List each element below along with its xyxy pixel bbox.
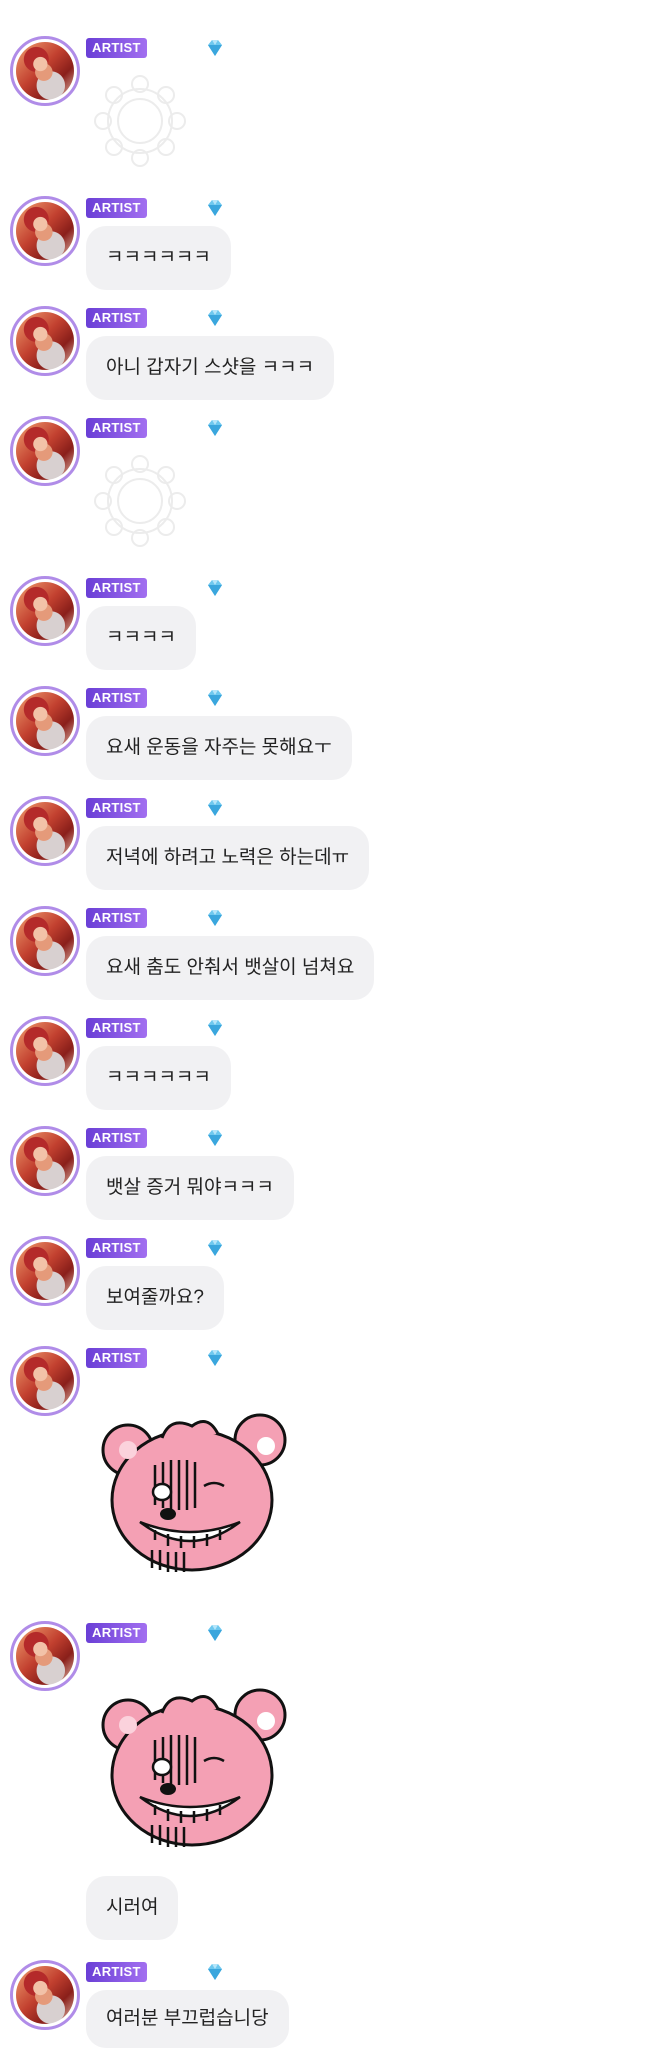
loading-sticker-icon — [94, 455, 186, 547]
artist-avatar[interactable] — [10, 196, 80, 266]
chat-feed[interactable]: ARTIST ARTIST ㅋㅋㅋㅋㅋㅋ ARTIST 아니 갑자기 스샷을 ㅋ… — [0, 0, 650, 2048]
message-bubble[interactable]: 아니 갑자기 스샷을 ㅋㅋㅋ — [86, 336, 335, 400]
message-bubble[interactable]: 보여줄까요? — [86, 1266, 224, 1330]
artist-badge: ARTIST — [86, 908, 147, 928]
artist-avatar[interactable] — [10, 906, 80, 976]
artist-avatar[interactable] — [10, 1236, 80, 1306]
gem-icon — [208, 40, 222, 56]
message-bubble[interactable]: ㅋㅋㅋㅋ — [86, 606, 196, 670]
artist-badge: ARTIST — [86, 418, 147, 438]
artist-badge: ARTIST — [86, 798, 147, 818]
message-bubble[interactable]: 저녁에 하려고 노력은 하는데ㅠ — [86, 826, 370, 890]
gem-icon — [208, 800, 222, 816]
artist-badge: ARTIST — [86, 688, 147, 708]
message-bubble[interactable]: 여러분 부끄럽습니당 — [86, 1990, 289, 2048]
artist-badge: ARTIST — [86, 38, 147, 58]
artist-avatar[interactable] — [10, 1016, 80, 1086]
artist-badge: ARTIST — [86, 308, 147, 328]
gem-icon — [208, 1964, 222, 1980]
message-bubble[interactable]: ㅋㅋㅋㅋㅋㅋ — [86, 226, 231, 290]
artist-badge: ARTIST — [86, 1962, 147, 1982]
artist-badge: ARTIST — [86, 578, 147, 598]
artist-badge: ARTIST — [86, 1348, 147, 1368]
gem-icon — [208, 1625, 222, 1641]
gem-icon — [208, 200, 222, 216]
artist-badge: ARTIST — [86, 1128, 147, 1148]
message-bubble[interactable]: 요새 운동을 자주는 못해요ㅜ — [86, 716, 352, 780]
artist-avatar[interactable] — [10, 686, 80, 756]
gem-icon — [208, 1240, 222, 1256]
artist-badge: ARTIST — [86, 1623, 147, 1643]
bear-sticker[interactable] — [100, 1410, 300, 1580]
artist-badge: ARTIST — [86, 198, 147, 218]
gem-icon — [208, 310, 222, 326]
message-bubble[interactable]: 시러여 — [86, 1876, 179, 1940]
artist-avatar[interactable] — [10, 796, 80, 866]
artist-avatar[interactable] — [10, 1621, 80, 1691]
gem-icon — [208, 420, 222, 436]
gem-icon — [208, 910, 222, 926]
artist-badge: ARTIST — [86, 1018, 147, 1038]
message-bubble[interactable]: ㅋㅋㅋㅋㅋㅋ — [86, 1046, 231, 1110]
gem-icon — [208, 1020, 222, 1036]
loading-sticker-icon — [94, 75, 186, 167]
artist-avatar[interactable] — [10, 1346, 80, 1416]
bear-sticker[interactable] — [100, 1685, 300, 1855]
artist-avatar[interactable] — [10, 1126, 80, 1196]
artist-avatar[interactable] — [10, 1960, 80, 2030]
artist-avatar[interactable] — [10, 36, 80, 106]
gem-icon — [208, 1350, 222, 1366]
gem-icon — [208, 580, 222, 596]
artist-avatar[interactable] — [10, 306, 80, 376]
gem-icon — [208, 1130, 222, 1146]
artist-avatar[interactable] — [10, 576, 80, 646]
artist-badge: ARTIST — [86, 1238, 147, 1258]
gem-icon — [208, 690, 222, 706]
artist-avatar[interactable] — [10, 416, 80, 486]
message-bubble[interactable]: 뱃살 증거 뭐야ㅋㅋㅋ — [86, 1156, 294, 1220]
message-bubble[interactable]: 요새 춤도 안춰서 뱃살이 넘쳐요 — [86, 936, 375, 1000]
